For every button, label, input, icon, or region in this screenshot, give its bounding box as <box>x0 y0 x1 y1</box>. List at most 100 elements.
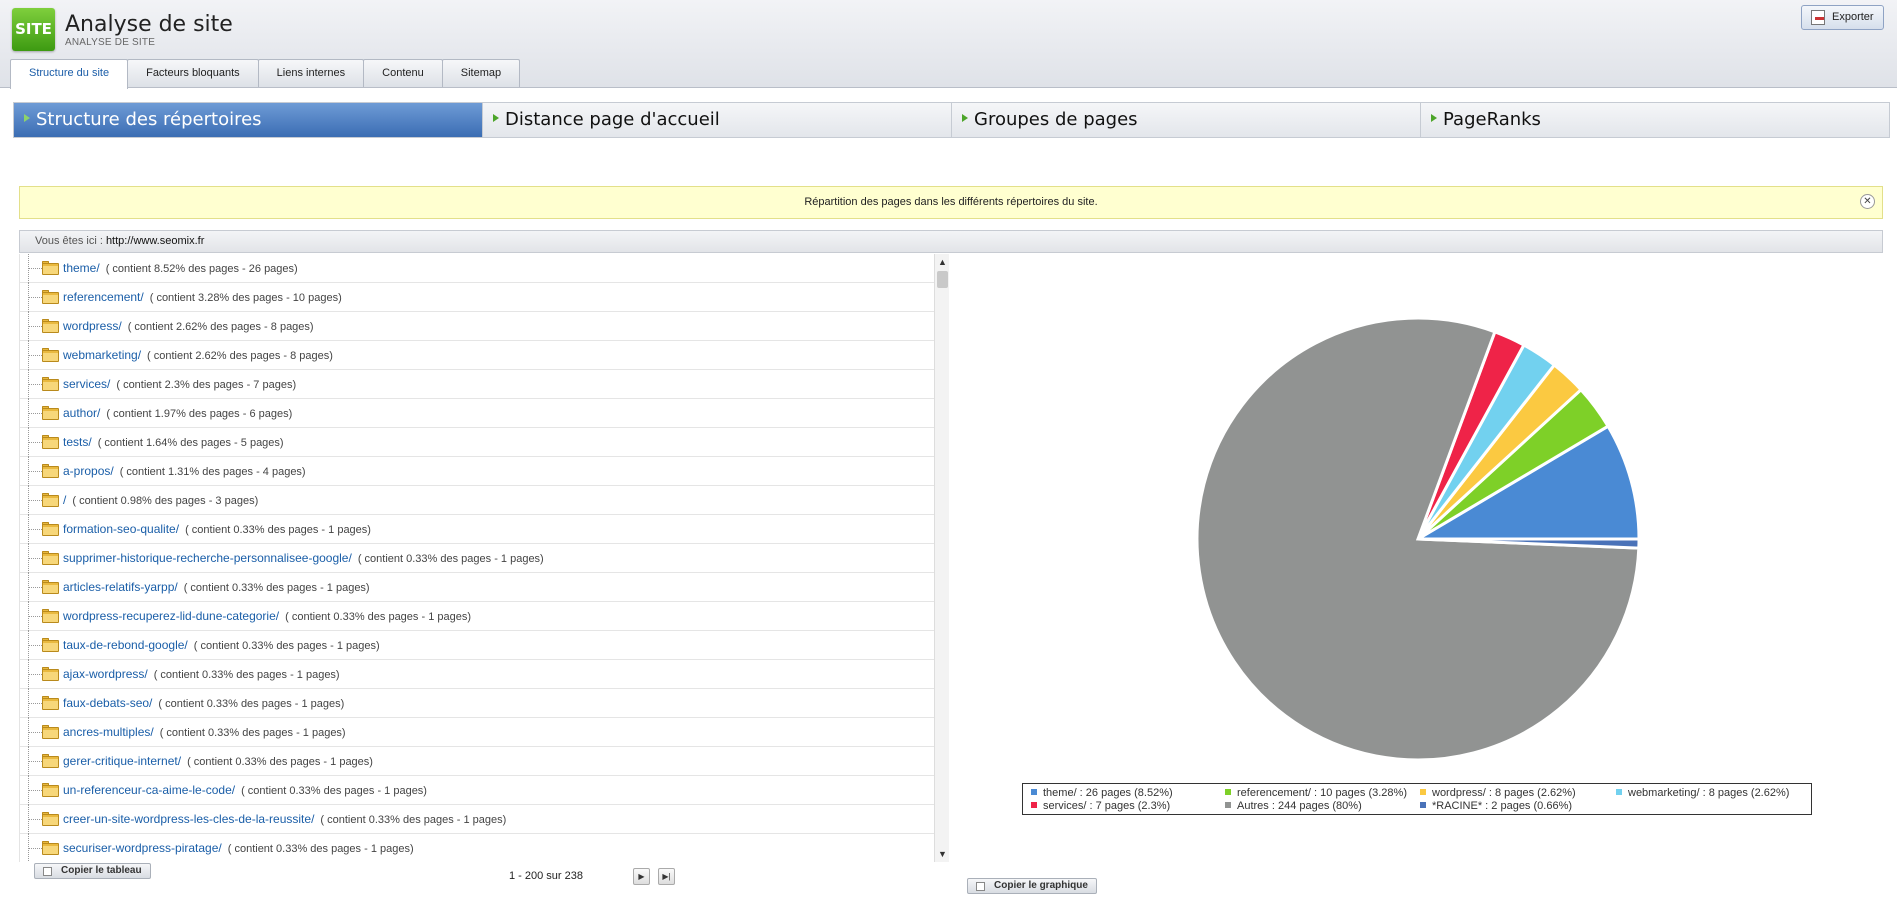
directory-name[interactable]: tests/ <box>63 435 92 449</box>
scroll-thumb[interactable] <box>937 271 948 288</box>
directory-link[interactable]: wordpress-recuperez-lid-dune-categorie/ (… <box>63 609 471 623</box>
directory-link[interactable]: gerer-critique-internet/ ( contient 0.33%… <box>63 754 373 768</box>
tree-line <box>28 297 42 298</box>
directory-link[interactable]: webmarketing/ ( contient 2.62% des pages … <box>63 348 333 362</box>
breadcrumb-url[interactable]: http://www.seomix.fr <box>106 235 204 247</box>
list-item[interactable]: services/ ( contient 2.3% des pages - 7 p… <box>20 370 935 399</box>
list-item[interactable]: a-propos/ ( contient 1.31% des pages - 4 … <box>20 457 935 486</box>
copy-chart-button[interactable]: Copier le graphique <box>967 878 1097 894</box>
list-item[interactable]: faux-debats-seo/ ( contient 0.33% des pag… <box>20 689 935 718</box>
list-item[interactable]: taux-de-rebond-google/ ( contient 0.33% d… <box>20 631 935 660</box>
directory-link[interactable]: author/ ( contient 1.97% des pages - 6 pa… <box>63 406 292 420</box>
directory-link[interactable]: taux-de-rebond-google/ ( contient 0.33% d… <box>63 638 380 652</box>
list-item[interactable]: wordpress-recuperez-lid-dune-categorie/ (… <box>20 602 935 631</box>
list-item[interactable]: theme/ ( contient 8.52% des pages - 26 pa… <box>20 254 935 283</box>
directory-link[interactable]: / ( contient 0.98% des pages - 3 pages) <box>63 493 258 507</box>
tab-facteurs-bloquants[interactable]: Facteurs bloquants <box>127 59 259 87</box>
list-item[interactable]: ajax-wordpress/ ( contient 0.33% des page… <box>20 660 935 689</box>
directory-name[interactable]: webmarketing/ <box>63 348 141 362</box>
directory-name[interactable]: taux-de-rebond-google/ <box>63 638 188 652</box>
directory-name[interactable]: gerer-critique-internet/ <box>63 754 181 768</box>
legend-entry: Autres : 244 pages (80%) <box>1225 800 1362 812</box>
export-button[interactable]: Exporter <box>1801 5 1884 30</box>
directory-name[interactable]: theme/ <box>63 261 100 275</box>
directory-link[interactable]: articles-relatifs-yarpp/ ( contient 0.33%… <box>63 580 370 594</box>
notice-text: Répartition des pages dans les différent… <box>804 196 1098 208</box>
directory-name[interactable]: articles-relatifs-yarpp/ <box>63 580 178 594</box>
folder-icon <box>42 290 59 304</box>
directory-name[interactable]: creer-un-site-wordpress-les-cles-de-la-r… <box>63 812 314 826</box>
directory-link[interactable]: formation-seo-qualite/ ( contient 0.33% d… <box>63 522 371 536</box>
list-item[interactable]: author/ ( contient 1.97% des pages - 6 pa… <box>20 399 935 428</box>
directory-name[interactable]: a-propos/ <box>63 464 114 478</box>
list-item[interactable]: supprimer-historique-recherche-personnal… <box>20 544 935 573</box>
list-item[interactable]: webmarketing/ ( contient 2.62% des pages … <box>20 341 935 370</box>
directory-name[interactable]: ajax-wordpress/ <box>63 667 148 681</box>
copy-table-button[interactable]: Copier le tableau <box>34 863 151 879</box>
section-pageranks[interactable]: PageRanks <box>1421 103 1889 137</box>
list-item[interactable]: gerer-critique-internet/ ( contient 0.33%… <box>20 747 935 776</box>
tree-line <box>28 558 42 559</box>
list-item[interactable]: creer-un-site-wordpress-les-cles-de-la-r… <box>20 805 935 834</box>
directory-link[interactable]: un-referenceur-ca-aime-le-code/ ( contien… <box>63 783 427 797</box>
folder-icon <box>42 551 59 565</box>
directory-name[interactable]: author/ <box>63 406 100 420</box>
close-icon[interactable]: ✕ <box>1860 194 1875 209</box>
directory-link[interactable]: services/ ( contient 2.3% des pages - 7 p… <box>63 377 296 391</box>
directory-name[interactable]: services/ <box>63 377 110 391</box>
directory-name[interactable]: wordpress-recuperez-lid-dune-categorie/ <box>63 609 279 623</box>
list-item[interactable]: wordpress/ ( contient 2.62% des pages - 8… <box>20 312 935 341</box>
list-item[interactable]: / ( contient 0.98% des pages - 3 pages) <box>20 486 935 515</box>
tab-liens-internes[interactable]: Liens internes <box>257 59 365 87</box>
copy-icon <box>976 882 985 891</box>
directory-link[interactable]: ajax-wordpress/ ( contient 0.33% des page… <box>63 667 340 681</box>
list-item[interactable]: formation-seo-qualite/ ( contient 0.33% d… <box>20 515 935 544</box>
list-item[interactable]: un-referenceur-ca-aime-le-code/ ( contien… <box>20 776 935 805</box>
directory-link[interactable]: securiser-wordpress-piratage/ ( contient … <box>63 841 414 855</box>
directory-name[interactable]: supprimer-historique-recherche-personnal… <box>63 551 352 565</box>
directory-info: ( contient 0.33% des pages - 1 pages) <box>285 611 472 623</box>
directory-link[interactable]: faux-debats-seo/ ( contient 0.33% des pag… <box>63 696 344 710</box>
scroll-up-icon[interactable]: ▲ <box>935 254 950 270</box>
list-item[interactable]: tests/ ( contient 1.64% des pages - 5 pag… <box>20 428 935 457</box>
folder-icon <box>42 725 59 739</box>
list-item[interactable]: ancres-multiples/ ( contient 0.33% des pa… <box>20 718 935 747</box>
app-header: SITE Analyse de site ANALYSE DE SITE Exp… <box>0 0 1897 89</box>
list-scrollbar[interactable]: ▲ ▼ <box>934 254 949 862</box>
directory-info: ( contient 0.33% des pages - 1 pages) <box>193 640 380 652</box>
section-bar: Structure des répertoires Distance page … <box>13 102 1890 138</box>
directory-link[interactable]: referencement/ ( contient 3.28% des pages… <box>63 290 342 304</box>
directory-link[interactable]: tests/ ( contient 1.64% des pages - 5 pag… <box>63 435 284 449</box>
directory-name[interactable]: faux-debats-seo/ <box>63 696 152 710</box>
tab-sitemap[interactable]: Sitemap <box>441 59 521 87</box>
scroll-down-icon[interactable]: ▼ <box>935 846 950 862</box>
tab-structure-du-site[interactable]: Structure du site <box>10 59 129 89</box>
directory-link[interactable]: ancres-multiples/ ( contient 0.33% des pa… <box>63 725 346 739</box>
tab-contenu[interactable]: Contenu <box>363 59 443 87</box>
directory-link[interactable]: theme/ ( contient 8.52% des pages - 26 pa… <box>63 261 298 275</box>
directory-link[interactable]: supprimer-historique-recherche-personnal… <box>63 551 544 565</box>
list-item[interactable]: securiser-wordpress-piratage/ ( contient … <box>20 834 935 862</box>
directory-info: ( contient 0.33% des pages - 1 pages) <box>153 669 340 681</box>
arrow-right-icon <box>1431 114 1437 122</box>
directory-link[interactable]: creer-un-site-wordpress-les-cles-de-la-r… <box>63 812 506 826</box>
tree-line <box>28 732 42 733</box>
directory-name[interactable]: securiser-wordpress-piratage/ <box>63 841 222 855</box>
last-page-button[interactable]: ▶| <box>658 868 675 885</box>
directory-name[interactable]: wordpress/ <box>63 319 122 333</box>
section-groupes-de-pages[interactable]: Groupes de pages <box>952 103 1421 137</box>
directory-name[interactable]: / <box>63 493 66 507</box>
section-distance-page-accueil[interactable]: Distance page d'accueil <box>483 103 952 137</box>
list-item[interactable]: articles-relatifs-yarpp/ ( contient 0.33%… <box>20 573 935 602</box>
directory-link[interactable]: a-propos/ ( contient 1.31% des pages - 4 … <box>63 464 306 478</box>
directory-name[interactable]: referencement/ <box>63 290 144 304</box>
next-page-button[interactable]: ▶ <box>633 868 650 885</box>
section-structure-repertoires[interactable]: Structure des répertoires <box>14 103 483 137</box>
directory-name[interactable]: formation-seo-qualite/ <box>63 522 179 536</box>
directory-name[interactable]: un-referenceur-ca-aime-le-code/ <box>63 783 235 797</box>
tree-line <box>28 268 42 269</box>
legend-swatch <box>1616 789 1622 796</box>
directory-name[interactable]: ancres-multiples/ <box>63 725 154 739</box>
list-item[interactable]: referencement/ ( contient 3.28% des pages… <box>20 283 935 312</box>
directory-link[interactable]: wordpress/ ( contient 2.62% des pages - 8… <box>63 319 314 333</box>
